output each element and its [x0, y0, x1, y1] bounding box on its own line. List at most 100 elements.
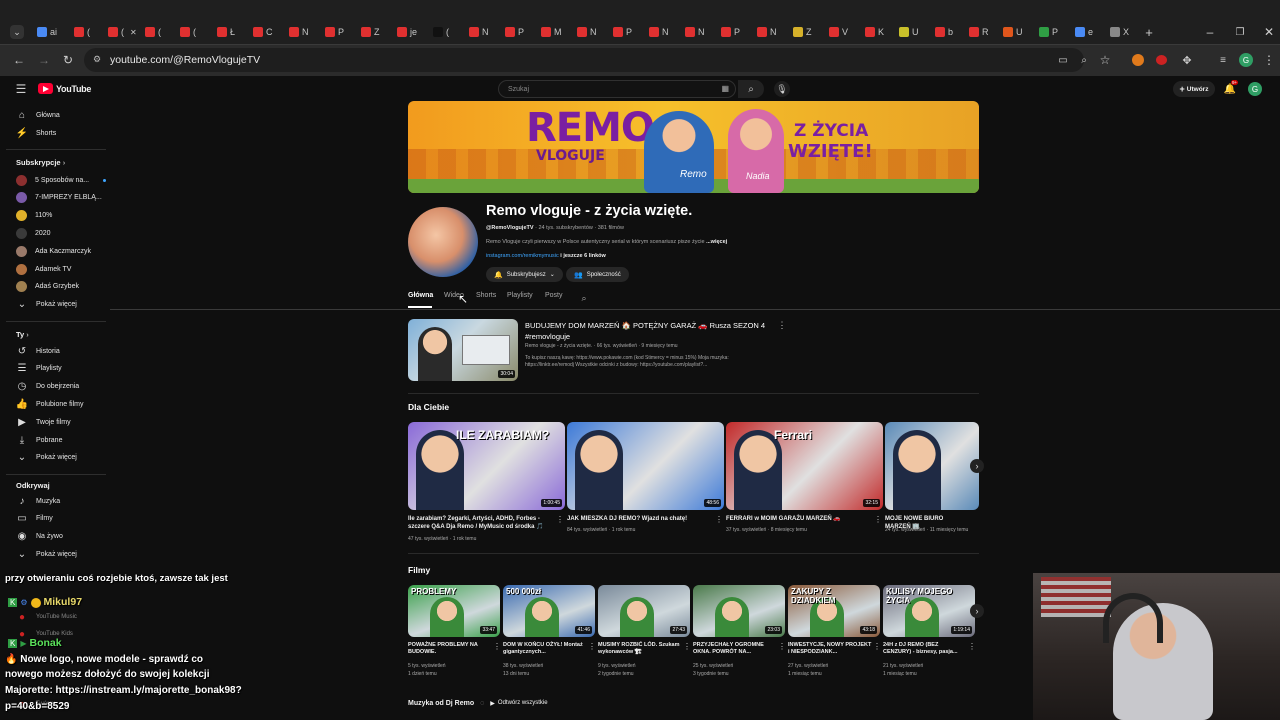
sidebar-item[interactable]: ◉ Na żywo [16, 530, 63, 544]
video-thumbnail[interactable]: KULISY MOJEGO ŻYCIA 1:19:14 [883, 585, 975, 637]
browser-tab[interactable]: P [325, 24, 344, 40]
reload-icon[interactable]: ↻ [61, 53, 75, 67]
browser-tab[interactable]: M [541, 24, 562, 40]
sidebar-item[interactable]: 7-IMPREZY ELBLĄ... [16, 191, 102, 205]
profile-avatar-icon[interactable]: G [1239, 53, 1253, 67]
video-thumbnail[interactable]: ILE ZARABIAM? 1:00:45 [408, 422, 565, 510]
browser-tab[interactable]: C [253, 24, 273, 40]
video-more-icon[interactable]: ⋮ [556, 514, 564, 524]
channel-avatar[interactable] [408, 207, 478, 277]
account-avatar[interactable]: G [1248, 82, 1262, 96]
sidebar-item[interactable]: ⌂ Główna [16, 108, 60, 122]
sidebar-item[interactable]: ⤓ Pobrane [16, 433, 63, 447]
sidebar-item[interactable]: 110% [16, 209, 52, 223]
tab-home[interactable]: Główna [408, 292, 433, 299]
video-thumbnail[interactable]: 500 000zł 41:46 [503, 585, 595, 637]
channel-description[interactable]: Remo Vloguje czyli pierwszy w Polsce aut… [486, 239, 727, 245]
browser-tab[interactable]: N [469, 24, 489, 40]
you-header[interactable]: Ty › [16, 330, 29, 339]
video-title[interactable]: POWAŻNE PROBLEMY NA BUDOWIE. [408, 642, 492, 656]
sidebar-item[interactable]: ☰ Playlisty [16, 362, 62, 376]
video-thumbnail[interactable]: ZAKUPY Z DZIADKIEM 43:18 [788, 585, 880, 637]
sidebar-item[interactable]: 5 Sposobów na... [16, 173, 107, 187]
video-more-icon[interactable]: ⋮ [715, 514, 723, 524]
sidebar-item[interactable]: Adaś Grzybek [16, 280, 79, 294]
tab-shorts[interactable]: Shorts [476, 292, 496, 299]
featured-more-icon[interactable]: ⋮ [777, 319, 787, 331]
featured-video-title[interactable]: BUDUJEMY DOM MARZEŃ 🏠 POTĘŻNY GARAŻ 🚗 Ru… [525, 320, 775, 342]
sidebar-item-youtube-music[interactable]: ● YouTube Music [16, 610, 77, 624]
tab-close-icon[interactable]: ✕ [130, 28, 137, 37]
browser-tab[interactable]: b [935, 24, 953, 40]
video-more-icon[interactable]: ⋮ [873, 641, 881, 651]
sidebar-item[interactable]: ↺ Historia [16, 344, 60, 358]
sidebar-item[interactable]: Adamek TV [16, 262, 71, 276]
sidebar-item[interactable]: Ada Kaczmarczyk [16, 244, 91, 258]
video-thumbnail[interactable]: Ferrari 32:15 [726, 422, 883, 510]
sidebar-item[interactable]: ⌄ Pokaż więcej [16, 451, 77, 465]
video-title[interactable]: 24H z DJ REMO (BEZ CENZURY) - biznesy, p… [883, 642, 967, 656]
featured-video-thumbnail[interactable]: 30:04 [408, 319, 518, 381]
browser-tab[interactable]: Z [793, 24, 812, 40]
browser-tab[interactable]: ( [74, 24, 90, 40]
browser-tab[interactable]: N [649, 24, 669, 40]
video-title[interactable]: DOM W KOŃCU OŻYŁ! Montaż gigantycznych..… [503, 642, 587, 656]
channel-links-more[interactable]: i jeszcze 6 linków [560, 253, 606, 259]
close-window-icon[interactable]: ✕ [1262, 25, 1276, 39]
browser-tab[interactable]: P [1039, 24, 1058, 40]
video-more-icon[interactable]: ⋮ [683, 641, 691, 651]
browser-tab[interactable]: K [865, 24, 884, 40]
sidebar-item[interactable]: ◷ Do obejrzenia [16, 380, 80, 394]
browser-tab[interactable]: ( [145, 24, 161, 40]
browser-menu-icon[interactable]: ⋮ [1263, 53, 1275, 67]
films-next-arrow-icon[interactable]: › [970, 604, 984, 618]
site-info-icon[interactable]: ⚙ [93, 54, 101, 65]
sidebar-item[interactable]: ⌄ Pokaż więcej [16, 298, 77, 312]
sidebar-item[interactable]: ⌄ Pokaż więcej [16, 547, 77, 561]
search-button-icon[interactable]: ⌕ [738, 80, 764, 98]
extensions-puzzle-icon[interactable]: ✥ [1180, 53, 1194, 67]
new-tab-icon[interactable]: + [1142, 25, 1156, 40]
search-input[interactable]: Szukaj ▦ [498, 80, 736, 98]
browser-tab[interactable]: Z [361, 24, 380, 40]
restore-icon[interactable]: ❐ [1233, 25, 1247, 39]
browser-tab[interactable]: R [969, 24, 989, 40]
video-more-icon[interactable]: ⋮ [778, 641, 786, 651]
sidebar-item[interactable]: ♪ Muzyka [16, 494, 61, 508]
sidebar-item[interactable]: ▭ Filmy [16, 512, 52, 526]
sidebar-item[interactable]: 👍 Polubione filmy [16, 397, 84, 411]
sidebar-item[interactable]: ▶ Twoje filmy [16, 415, 70, 429]
forward-icon[interactable]: → [37, 53, 51, 67]
install-app-icon[interactable]: ▭ [1056, 53, 1070, 67]
browser-tab[interactable]: N [685, 24, 705, 40]
browser-tab[interactable]: je [397, 24, 417, 40]
video-title[interactable]: FERRARI w MOIM GARAŻU MARZEŃ 🚗 [726, 515, 873, 523]
channel-link-instagram[interactable]: instagram.com/remikmymusic [486, 253, 559, 259]
browser-tab[interactable]: N [577, 24, 597, 40]
for-you-next-arrow-icon[interactable]: › [970, 459, 984, 473]
browser-tab[interactable]: (✕ [108, 24, 137, 40]
browser-tab[interactable]: ( [433, 24, 449, 40]
video-more-icon[interactable]: ⋮ [968, 641, 976, 651]
browser-tab[interactable]: X [1110, 24, 1129, 40]
browser-tab[interactable]: V [829, 24, 848, 40]
video-more-icon[interactable]: ⋮ [588, 641, 596, 651]
video-title[interactable]: PRZYJECHAŁY OGROMNE OKNA. POWRÓT NA... [693, 642, 777, 656]
video-title[interactable]: Ile zarabiam? Zegarki, Artyści, ADHD, Fo… [408, 515, 555, 531]
extension-red-icon[interactable] [1156, 55, 1167, 65]
browser-tab[interactable]: Ł [217, 24, 235, 40]
back-icon[interactable]: ← [12, 53, 26, 67]
browser-tab[interactable]: P [505, 24, 524, 40]
video-thumbnail[interactable]: 27:43 [598, 585, 690, 637]
browser-tab[interactable]: U [1003, 24, 1023, 40]
video-title[interactable]: INWESTYCJE, NOWY PROJEKT i NIESPODZIANK.… [788, 642, 872, 656]
browser-tab[interactable]: ai [37, 24, 57, 40]
browser-tab[interactable]: N [289, 24, 309, 40]
video-thumbnail[interactable]: 23:03 [693, 585, 785, 637]
zoom-icon[interactable]: ⌕ [1077, 53, 1091, 67]
video-title[interactable]: MUSIMY ROZBIĆ LÓD. Szukam wykonawców 🏗 [598, 642, 682, 656]
browser-tab[interactable]: ( [180, 24, 196, 40]
microphone-icon[interactable]: 🎙 [774, 81, 790, 97]
video-thumbnail[interactable]: PROBLEMY 33:47 [408, 585, 500, 637]
channel-search-icon[interactable]: ⌕ [578, 292, 590, 304]
